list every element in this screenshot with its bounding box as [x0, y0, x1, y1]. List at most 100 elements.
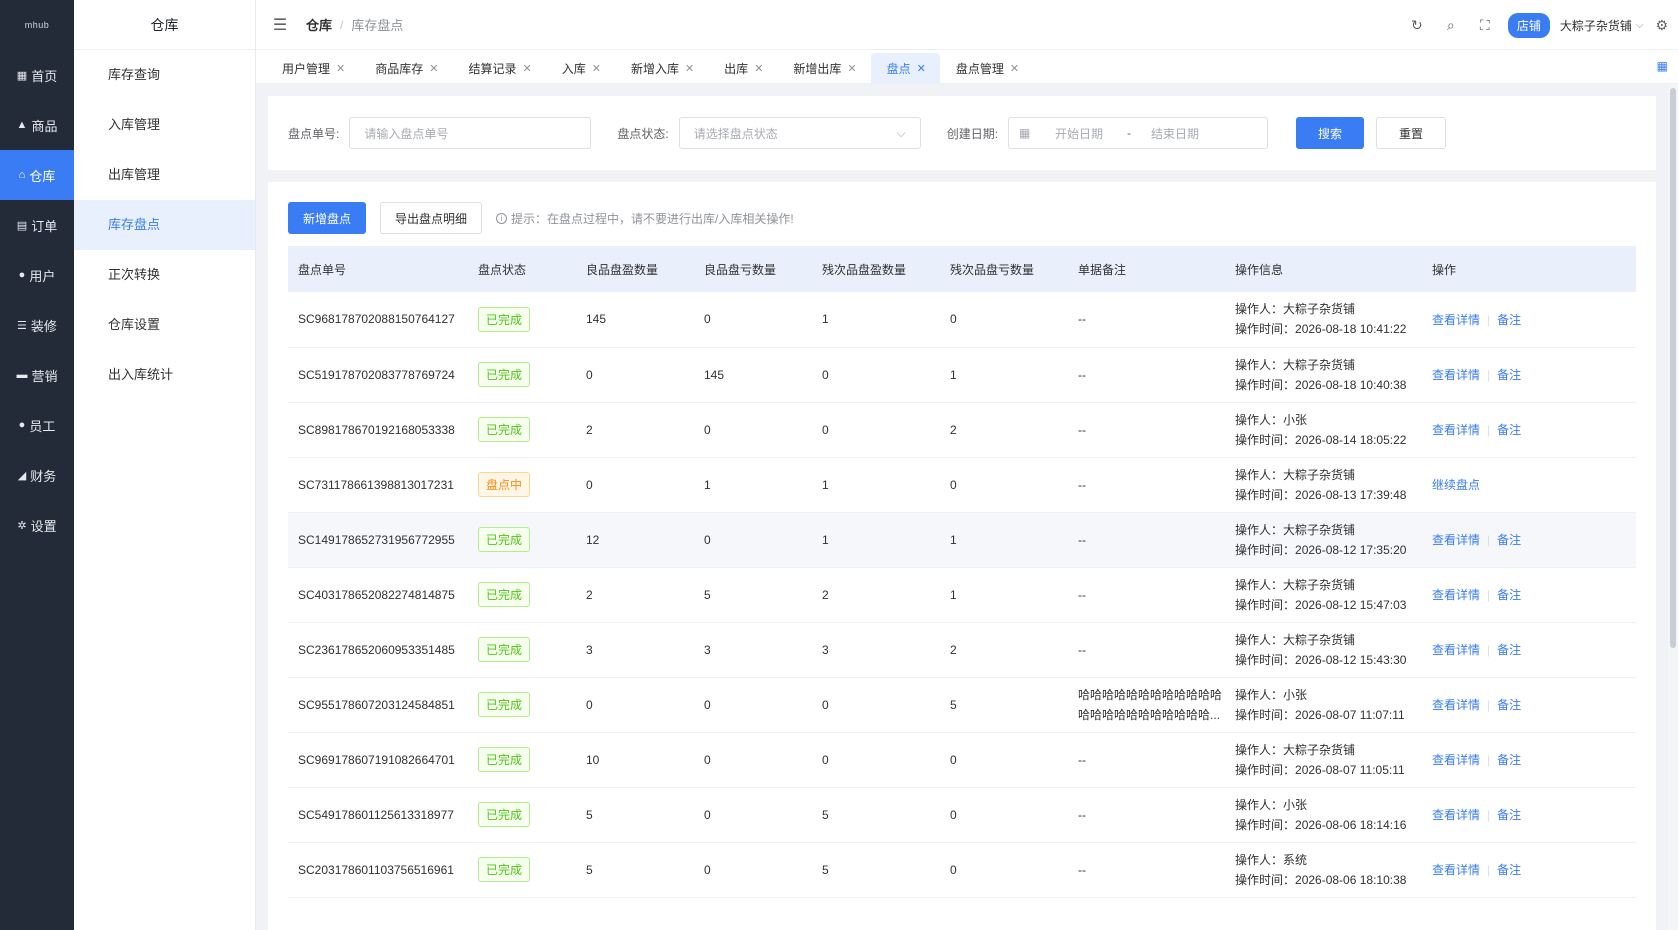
submenu-item[interactable]: 仓库设置 [74, 300, 255, 350]
view-details-link[interactable]: 查看详情 [1432, 368, 1480, 382]
rail-item-settings[interactable]: ✲ 设置 [0, 500, 74, 550]
rail-item-home[interactable]: ▦ 首页 [0, 50, 74, 100]
good-gain-cell: 145 [576, 292, 694, 348]
shop-name-dropdown[interactable]: 大粽子杂货铺 [1560, 17, 1632, 34]
remark-link[interactable]: 备注 [1497, 863, 1521, 877]
tab-item[interactable]: 新增入库 ✕ [615, 53, 708, 83]
view-details-link[interactable]: 查看详情 [1432, 423, 1480, 437]
order-no-cell: SC149178652731956772955 [288, 512, 468, 568]
submenu-item[interactable]: 出入库统计 [74, 350, 255, 400]
status-select[interactable]: 请选择盘点状态 ⌵ [678, 117, 921, 149]
close-icon[interactable]: ✕ [429, 62, 438, 75]
remark-link[interactable]: 备注 [1497, 533, 1521, 547]
submenu-item[interactable]: 入库管理 [74, 100, 255, 150]
tab-item[interactable]: 商品库存 ✕ [359, 53, 452, 83]
remark-link[interactable]: 备注 [1497, 588, 1521, 602]
search-button[interactable]: 搜索 [1296, 117, 1365, 149]
submenu-item[interactable]: 库存盘点 [74, 200, 255, 250]
close-icon[interactable]: ✕ [592, 62, 601, 75]
operation-info-cell: 操作人：大粽子杂货铺 操作时间：2026-08-13 17:39:48 [1225, 457, 1422, 513]
remark-link[interactable]: 备注 [1497, 423, 1521, 437]
order-no-input[interactable]: 请输入盘点单号 [349, 117, 592, 149]
rail-item-decorate[interactable]: ☰ 装修 [0, 300, 74, 350]
goods-icon: ▲ [16, 119, 28, 131]
operator-name: 大粽子杂货铺 [1283, 577, 1356, 592]
remark-link[interactable]: 备注 [1497, 313, 1521, 327]
view-details-link[interactable]: 查看详情 [1432, 753, 1480, 767]
scrollbar-thumb[interactable] [1670, 88, 1676, 648]
rail-item-order[interactable]: ▤ 订单 [0, 200, 74, 250]
tab-label: 新增入库 [630, 61, 679, 76]
bad-loss-cell: 0 [940, 292, 1068, 348]
chevron-down-icon[interactable]: ⌵ [1636, 20, 1644, 31]
shop-badge[interactable]: 店铺 [1507, 12, 1550, 38]
column-header: 操作信息 [1225, 246, 1422, 292]
view-details-link[interactable]: 查看详情 [1432, 313, 1480, 327]
remark-link[interactable]: 备注 [1497, 643, 1521, 657]
gear-icon[interactable]: ⚙ [1655, 17, 1668, 34]
table-panel: 新增盘点 导出盘点明细 i 提示：在盘点过程中，请不要进行出库/入库相关操作! … [268, 182, 1656, 930]
breadcrumb-level-1[interactable]: 仓库 [306, 15, 332, 34]
vertical-scrollbar[interactable] [1668, 84, 1678, 930]
time-prefix: 操作时间： [1235, 817, 1296, 832]
export-details-button[interactable]: 导出盘点明细 [380, 202, 483, 234]
view-details-link[interactable]: 查看详情 [1432, 808, 1480, 822]
time-line: 操作时间：2026-08-18 10:40:38 [1235, 375, 1422, 395]
rail-item-goods[interactable]: ▲ 商品 [0, 100, 74, 150]
tab-item[interactable]: 盘点管理 ✕ [940, 53, 1033, 83]
date-end-placeholder[interactable]: 结束日期 [1151, 125, 1199, 142]
continue-stocktake-link[interactable]: 继续盘点 [1432, 478, 1480, 492]
column-header: 良品盘亏数量 [694, 246, 812, 292]
refresh-icon[interactable]: ↻ [1400, 17, 1434, 34]
view-details-link[interactable]: 查看详情 [1432, 643, 1480, 657]
close-icon[interactable]: ✕ [917, 62, 926, 75]
date-range-picker[interactable]: ▦ 开始日期 - 结束日期 [1008, 117, 1269, 149]
view-details-link[interactable]: 查看详情 [1432, 698, 1480, 712]
view-details-link[interactable]: 查看详情 [1432, 533, 1480, 547]
collapse-menu-icon[interactable]: ☰ [260, 15, 300, 35]
date-start-placeholder[interactable]: 开始日期 [1055, 125, 1127, 142]
tab-item[interactable]: 用户管理 ✕ [266, 53, 359, 83]
action-divider: | [1487, 533, 1491, 547]
submenu-item[interactable]: 出库管理 [74, 150, 255, 200]
rail-item-label: 装修 [30, 318, 57, 334]
remark-link[interactable]: 备注 [1497, 368, 1521, 382]
rail-item-user[interactable]: ● 用户 [0, 250, 74, 300]
tabs-grid-icon[interactable]: ▦ [1657, 59, 1668, 73]
tab-item[interactable]: 新增出库 ✕ [777, 53, 870, 83]
close-icon[interactable]: ✕ [685, 62, 694, 75]
remark-link[interactable]: 备注 [1497, 753, 1521, 767]
tab-item[interactable]: 出库 ✕ [708, 53, 777, 83]
tab-item[interactable]: 入库 ✕ [546, 53, 615, 83]
remark-text: -- [1078, 312, 1086, 327]
stocktake-table: 盘点单号 盘点状态 良品盘盈数量 良品盘亏数量 残次品盘盈数量 残次品盘亏数量 单据备注 操作… [288, 246, 1636, 898]
tab-item[interactable]: 盘点 ✕ [870, 53, 940, 83]
close-icon[interactable]: ✕ [1010, 62, 1019, 75]
app-logo[interactable]: mhub [0, 0, 74, 50]
operator-name: 小张 [1283, 687, 1308, 702]
submenu-item[interactable]: 正次转换 [74, 250, 255, 300]
status-cell: 已完成 [468, 622, 576, 678]
submenu-item[interactable]: 库存查询 [74, 50, 255, 100]
view-details-link[interactable]: 查看详情 [1432, 863, 1480, 877]
view-details-link[interactable]: 查看详情 [1432, 588, 1480, 602]
fullscreen-icon[interactable]: ⛶ [1468, 17, 1502, 34]
remark-link[interactable]: 备注 [1497, 698, 1521, 712]
rail-item-finance[interactable]: ◢ 财务 [0, 450, 74, 500]
operator-line: 操作人：大粽子杂货铺 [1235, 465, 1422, 485]
reset-button[interactable]: 重置 [1376, 117, 1447, 149]
rail-item-staff[interactable]: ● 员工 [0, 400, 74, 450]
order-no-cell: SC203178601103756516961 [288, 842, 468, 898]
rail-item-label: 财务 [30, 468, 57, 484]
search-icon[interactable]: ⌕ [1434, 17, 1468, 34]
close-icon[interactable]: ✕ [847, 62, 856, 75]
tab-item[interactable]: 结算记录 ✕ [452, 53, 545, 83]
close-icon[interactable]: ✕ [336, 62, 345, 75]
close-icon[interactable]: ✕ [754, 62, 763, 75]
rail-item-warehouse[interactable]: ⌂ 仓库 [0, 150, 74, 200]
info-icon: i [496, 212, 508, 224]
remark-link[interactable]: 备注 [1497, 808, 1521, 822]
close-icon[interactable]: ✕ [522, 62, 531, 75]
add-stocktake-button[interactable]: 新增盘点 [288, 202, 367, 234]
rail-item-marketing[interactable]: ▬ 营销 [0, 350, 74, 400]
